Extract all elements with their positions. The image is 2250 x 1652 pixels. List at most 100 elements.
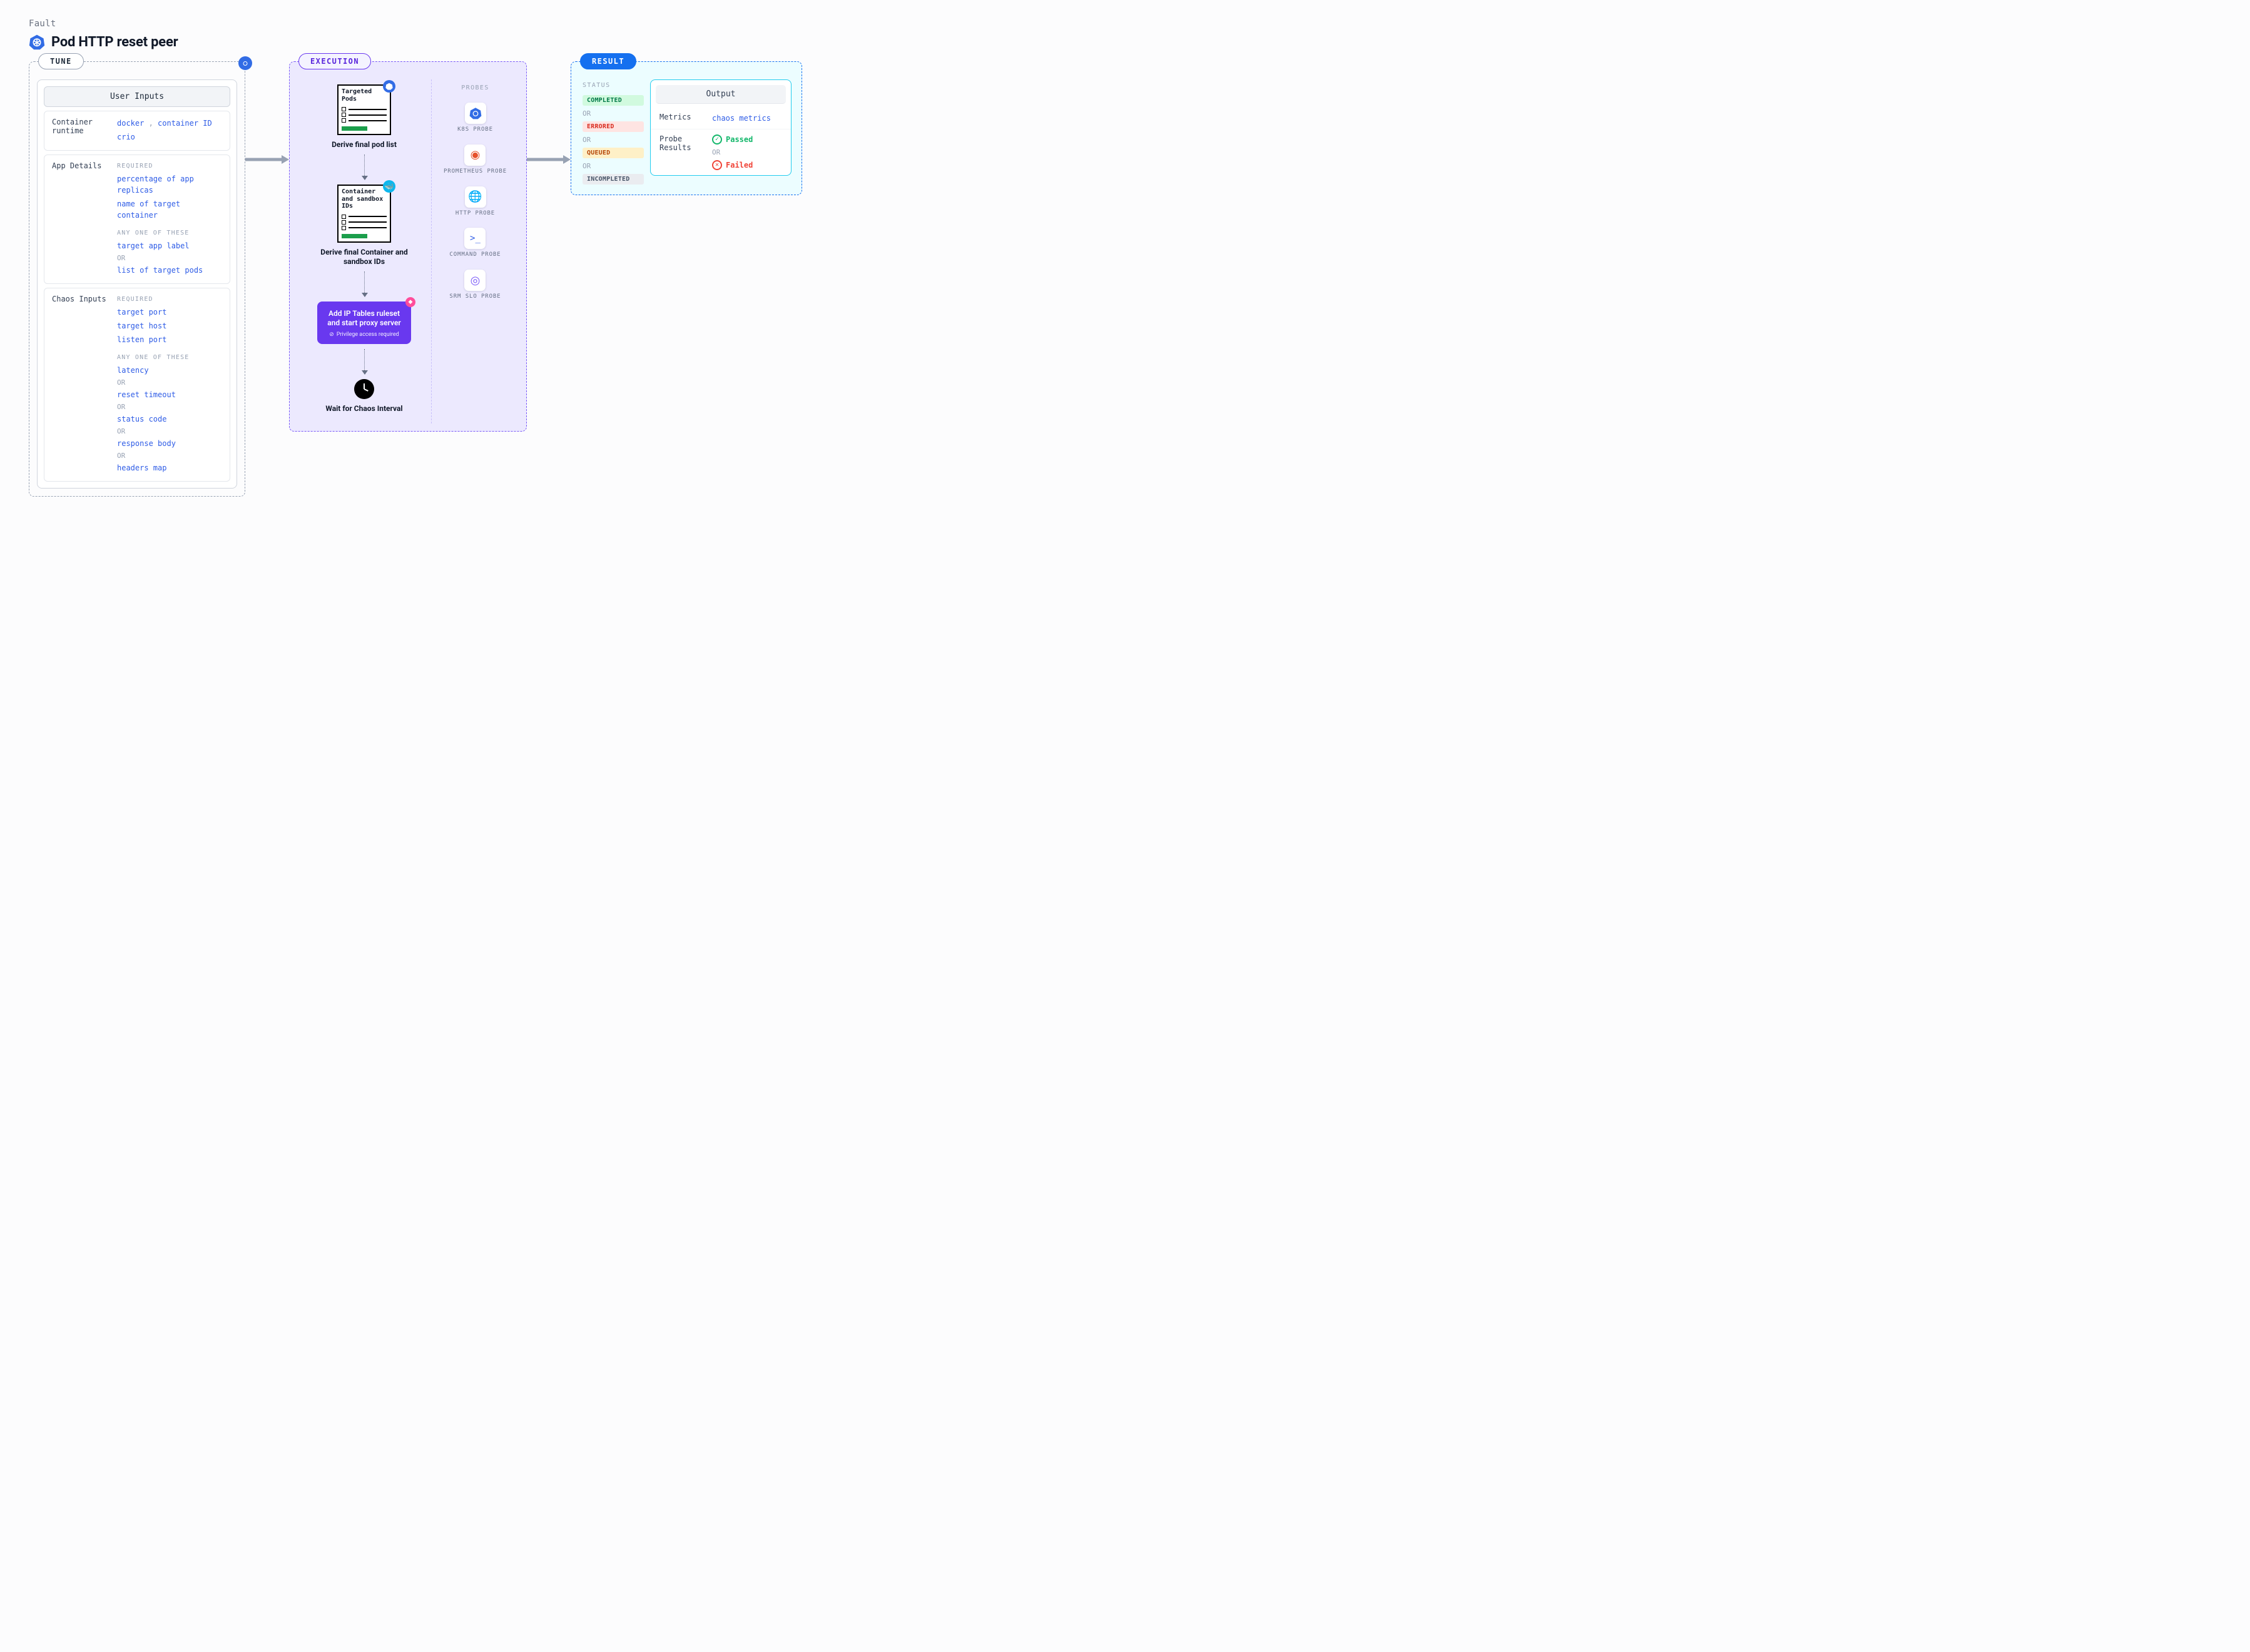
value-target-container: name of target container [117, 198, 222, 221]
arrow-tune-to-exec [245, 155, 289, 164]
value-target-port: target port [117, 307, 222, 318]
user-inputs-title: User Inputs [44, 86, 230, 107]
or-label: OR [117, 427, 222, 435]
execution-section: EXECUTION Targeted Pods Derive final pod… [289, 61, 527, 432]
or-label: OR [117, 403, 222, 411]
probe-k8s: K8S PROBE [457, 103, 493, 133]
passed-label: Passed [726, 135, 753, 144]
docker-icon: 🐳 [383, 180, 395, 193]
page-header: Fault Pod HTTP reset peer [29, 19, 2221, 50]
tune-section: TUNE User Inputs Container runtime docke… [29, 61, 245, 497]
status-completed: COMPLETED [583, 95, 644, 106]
step-derive-container-ids: Derive final Container and sandbox IDs [311, 248, 417, 266]
result-section: RESULT STATUS COMPLETED OR ERRORED OR QU… [571, 61, 802, 195]
kubernetes-icon [29, 34, 45, 50]
container-runtime-label: Container runtime [52, 118, 109, 143]
any-one-label: ANY ONE OF THESE [117, 354, 222, 361]
value-target-app-label: target app label [117, 240, 222, 251]
output-metrics-row: Metrics chaos metrics [651, 108, 791, 129]
arrow-down-icon [364, 271, 365, 296]
clock-icon [354, 379, 374, 399]
status-title: STATUS [583, 82, 644, 89]
probe-command: >_ COMMAND PROBE [449, 228, 501, 258]
step-wait-chaos-interval: Wait for Chaos Interval [325, 404, 402, 413]
execution-panel: EXECUTION Targeted Pods Derive final pod… [289, 61, 527, 432]
container-runtime-box: Container runtime docker container ID cr… [44, 111, 230, 151]
value-latency: latency [117, 365, 222, 376]
probe-http: 🌐 HTTP PROBE [456, 186, 495, 217]
required-label: REQUIRED [117, 296, 222, 303]
slo-icon: ◎ [464, 270, 486, 291]
required-label: REQUIRED [117, 163, 222, 170]
execution-flow: Targeted Pods Derive final pod list 🐳 Co… [297, 79, 431, 423]
status-queued: QUEUED [583, 148, 644, 158]
or-label: OR [117, 254, 222, 262]
metrics-label: Metrics [659, 113, 706, 124]
probe-label: COMMAND PROBE [449, 251, 501, 258]
terminal-icon: >_ [464, 228, 486, 249]
arrow-exec-to-result [527, 155, 571, 164]
user-inputs-card: User Inputs Container runtime docker con… [37, 79, 237, 489]
or-label: OR [117, 452, 222, 460]
kubernetes-icon [465, 103, 486, 124]
breadcrumb: Fault [29, 19, 2221, 29]
action-iptables: ◆ Add IP Tables ruleset and start proxy … [317, 302, 411, 344]
chaos-inputs-box: Chaos Inputs REQUIRED target port target… [44, 288, 230, 482]
probes-title: PROBES [461, 84, 489, 91]
probe-srm-slo: ◎ SRM SLO PROBE [449, 270, 501, 300]
probe-label: K8S PROBE [457, 126, 493, 133]
status-incompleted: INCOMPLETED [583, 174, 644, 185]
result-failed: ✕ Failed [712, 160, 782, 170]
or-label: OR [583, 136, 644, 144]
probe-label: HTTP PROBE [456, 210, 495, 217]
value-response-body: response body [117, 438, 222, 449]
check-circle-icon: ✓ [712, 134, 722, 144]
kubernetes-badge-icon [238, 56, 252, 70]
or-label: OR [583, 109, 644, 118]
kubernetes-icon [383, 80, 395, 93]
container-ids-doc: 🐳 Container and sandbox IDs [337, 185, 391, 243]
or-label: OR [117, 378, 222, 387]
container-runtime-values: docker container ID [117, 118, 222, 129]
prometheus-icon: ◉ [464, 144, 486, 166]
or-label: OR [583, 162, 644, 170]
tune-panel: TUNE User Inputs Container runtime docke… [29, 61, 245, 497]
action-title: Add IP Tables ruleset and start proxy se… [325, 309, 404, 328]
x-circle-icon: ✕ [712, 160, 722, 170]
action-subtitle: ⊘Privilege access required [325, 332, 404, 338]
output-card: Output Metrics chaos metrics Probe Resul… [650, 79, 792, 176]
probe-prometheus: ◉ PROMETHEUS PROBE [444, 144, 507, 175]
value-status-code: status code [117, 413, 222, 425]
result-panel: RESULT STATUS COMPLETED OR ERRORED OR QU… [571, 61, 802, 195]
chaos-inputs-label: Chaos Inputs [52, 295, 109, 474]
probes-list: PROBES K8S PROBE ◉ PROMETHEUS PROBE 🌐 HT… [431, 79, 519, 423]
arrow-down-icon [364, 155, 365, 180]
value-listen-port: listen port [117, 334, 222, 345]
value-container-id: container ID [149, 119, 212, 128]
value-reset-timeout: reset timeout [117, 389, 222, 400]
status-column: STATUS COMPLETED OR ERRORED OR QUEUED OR… [579, 79, 648, 187]
value-list-target-pods: list of target pods [117, 265, 222, 276]
app-details-box: App Details REQUIRED percentage of app r… [44, 155, 230, 284]
value-crio: crio [117, 131, 222, 143]
or-label: OR [712, 148, 782, 156]
doc-title: Container and sandbox IDs [339, 186, 390, 211]
value-headers-map: headers map [117, 462, 222, 474]
network-icon: ◆ [405, 297, 415, 307]
any-one-label: ANY ONE OF THESE [117, 230, 222, 236]
page-title: Pod HTTP reset peer [51, 34, 178, 50]
metrics-value: chaos metrics [712, 113, 782, 124]
output-title: Output [656, 85, 786, 104]
result-passed: ✓ Passed [712, 134, 782, 144]
probe-results-label: Probe Results [659, 134, 706, 170]
doc-title: Targeted Pods [339, 86, 390, 104]
failed-label: Failed [726, 161, 753, 170]
globe-icon: 🌐 [465, 186, 486, 208]
app-details-label: App Details [52, 161, 109, 276]
step-derive-pod-list: Derive final pod list [332, 140, 397, 149]
diagram: TUNE User Inputs Container runtime docke… [29, 61, 2221, 497]
arrow-down-icon [364, 349, 365, 374]
execution-section-label: EXECUTION [298, 53, 371, 69]
status-errored: ERRORED [583, 121, 644, 132]
value-docker: docker [117, 119, 144, 128]
